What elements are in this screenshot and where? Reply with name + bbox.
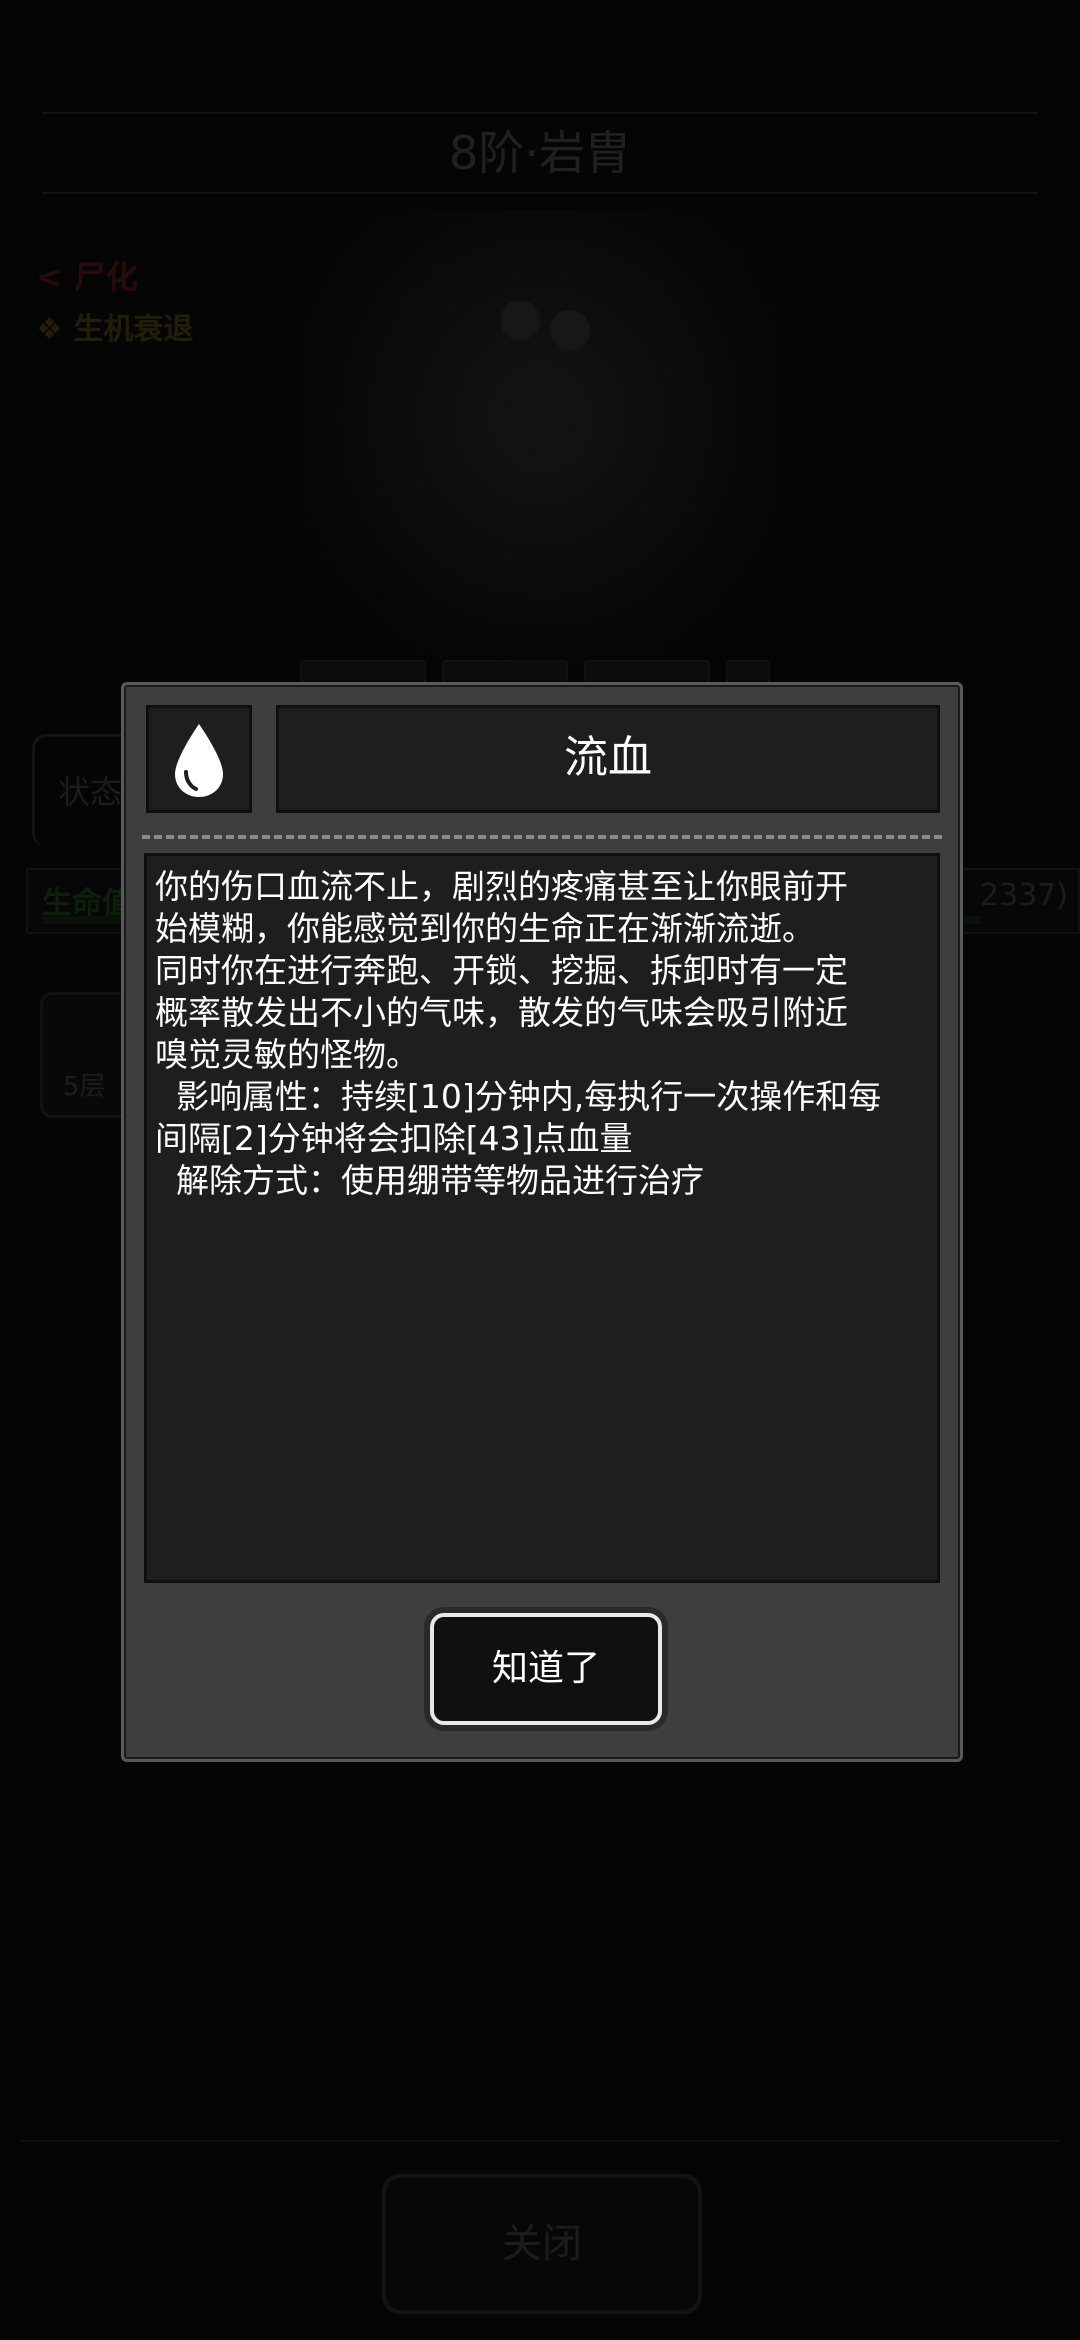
description-line: 嗅觉灵敏的怪物。 — [155, 1035, 419, 1074]
blood-drop-icon — [175, 724, 223, 797]
description-line: 影响属性：持续[10]分钟内,每执行一次操作和每 — [155, 1077, 882, 1116]
confirm-button[interactable]: 知道了 — [430, 1613, 662, 1725]
dashed-divider — [142, 835, 942, 839]
description-line: 同时你在进行奔跑、开锁、挖掘、拆卸时有一定 — [155, 951, 848, 990]
description-line: 间隔[2]分钟将会扣除[43]点血量 — [155, 1119, 633, 1158]
description-line: 你的伤口血流不止，剧烈的疼痛甚至让你眼前开 — [155, 867, 848, 906]
status-effect-dialog: 流血 你的伤口血流不止，剧烈的疼痛甚至让你眼前开 始模糊，你能感觉到你的生命正在… — [121, 682, 963, 1762]
description-line: 概率散发出不小的气味，散发的气味会吸引附近 — [155, 993, 848, 1032]
effect-description: 你的伤口血流不止，剧烈的疼痛甚至让你眼前开 始模糊，你能感觉到你的生命正在渐渐流… — [144, 853, 940, 1583]
dialog-title: 流血 — [276, 705, 940, 813]
effect-icon-box — [146, 705, 252, 813]
description-line: 始模糊，你能感觉到你的生命正在渐渐流逝。 — [155, 909, 815, 948]
description-line: 解除方式：使用绷带等物品进行治疗 — [155, 1161, 704, 1200]
